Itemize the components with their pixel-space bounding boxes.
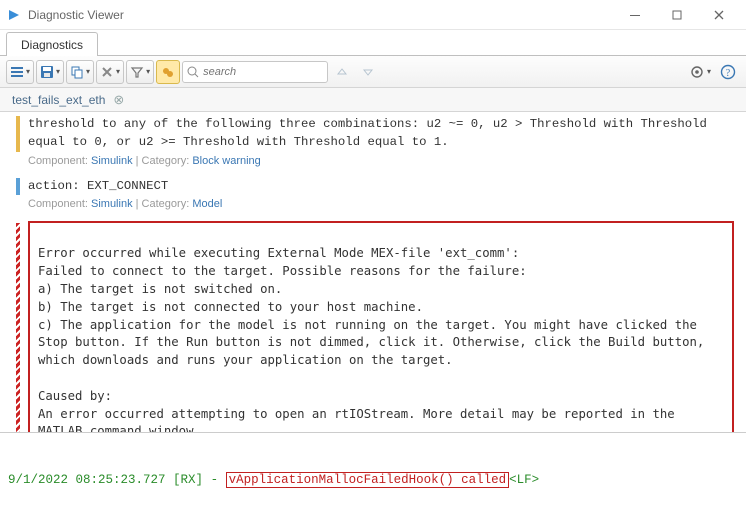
warning-entry: threshold to any of the following three … <box>10 116 736 152</box>
svg-text:?: ? <box>726 68 731 79</box>
nav-down-button[interactable] <box>356 60 380 84</box>
maximize-button[interactable] <box>656 0 698 30</box>
severity-bar-error <box>16 223 20 432</box>
nav-up-button[interactable] <box>330 60 354 84</box>
file-tab-row: test_fails_ext_eth ⊗ <box>0 88 746 112</box>
window-title: Diagnostic Viewer <box>28 8 124 22</box>
main-tabs: Diagnostics <box>0 30 746 56</box>
app-icon <box>6 7 22 23</box>
console-timestamp: 9/1/2022 08:25:23.727 <box>8 473 166 487</box>
settings-button[interactable]: ▾ <box>686 60 714 84</box>
file-tab[interactable]: test_fails_ext_eth ⊗ <box>6 91 130 109</box>
error-text: Error occurred while executing External … <box>38 246 704 432</box>
search-box[interactable] <box>182 61 328 83</box>
console-line: 9/1/2022 08:25:23.727 [RX] - vApplicatio… <box>8 473 738 487</box>
chevron-down-icon: ▾ <box>146 67 150 76</box>
category-link[interactable]: Block warning <box>192 155 260 167</box>
search-icon <box>187 66 199 78</box>
chevron-down-icon: ▾ <box>707 67 711 76</box>
list-view-button[interactable]: ▾ <box>6 60 34 84</box>
search-input[interactable] <box>203 66 323 78</box>
console-lf: <LF> <box>509 473 539 487</box>
chevron-down-icon: ▾ <box>116 67 120 76</box>
category-link[interactable]: Model <box>192 198 222 210</box>
tab-diagnostics[interactable]: Diagnostics <box>6 32 98 56</box>
diagnostics-content[interactable]: threshold to any of the following three … <box>0 112 746 432</box>
chevron-down-icon: ▾ <box>86 67 90 76</box>
warning-text: threshold to any of the following three … <box>28 116 736 152</box>
component-link[interactable]: Simulink <box>91 155 133 167</box>
severity-bar-info <box>16 178 20 196</box>
console-area: 9/1/2022 08:25:23.727 [RX] - vApplicatio… <box>0 432 746 497</box>
close-icon[interactable]: ⊗ <box>113 93 124 106</box>
info-text: action: EXT_CONNECT <box>28 178 736 196</box>
minimize-button[interactable] <box>614 0 656 30</box>
error-entry: Error occurred while executing External … <box>28 221 734 432</box>
save-button[interactable]: ▾ <box>36 60 64 84</box>
copy-button[interactable]: ▾ <box>66 60 94 84</box>
console-hook: vApplicationMallocFailedHook() called <box>226 472 510 488</box>
chevron-down-icon: ▾ <box>56 67 60 76</box>
console-rx: [RX] <box>173 473 203 487</box>
toolbar: ▾ ▾ ▾ ▾ ▾ ▾ <box>0 56 746 88</box>
filter-button[interactable]: ▾ <box>126 60 154 84</box>
close-button[interactable] <box>698 0 740 30</box>
severity-bar-warn <box>16 116 20 152</box>
titlebar: Diagnostic Viewer <box>0 0 746 30</box>
file-tab-label: test_fails_ext_eth <box>12 93 105 107</box>
info-entry: action: EXT_CONNECT <box>10 178 736 196</box>
component-link[interactable]: Simulink <box>91 198 133 210</box>
highlight-button[interactable] <box>156 60 180 84</box>
meta-row: Component: Simulink | Category: Block wa… <box>10 154 736 170</box>
clear-button[interactable]: ▾ <box>96 60 124 84</box>
help-button[interactable]: ? <box>716 60 740 84</box>
window-controls <box>614 0 740 30</box>
meta-row: Component: Simulink | Category: Model <box>10 197 736 213</box>
chevron-down-icon: ▾ <box>26 67 30 76</box>
